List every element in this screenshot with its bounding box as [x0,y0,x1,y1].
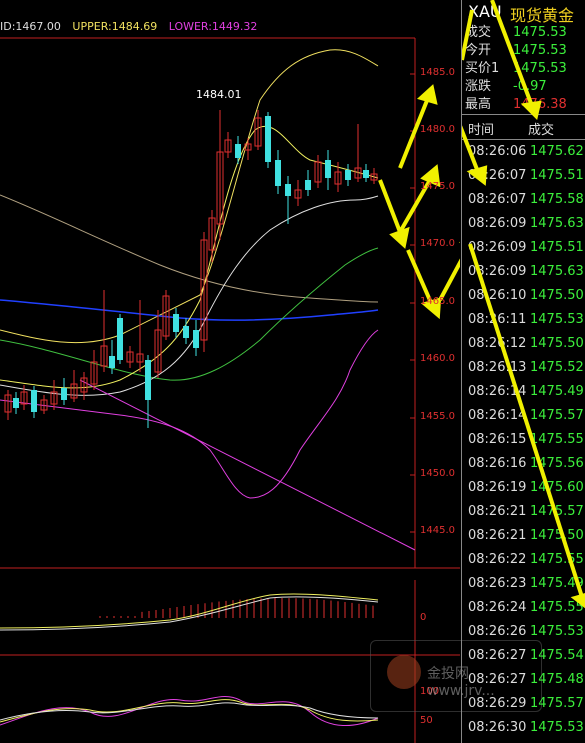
candle-body [145,360,151,400]
candle-body [363,170,369,178]
ma-blue-line [0,299,379,321]
price-axis-label: 1470.0 [420,238,455,249]
candle-body [173,314,179,332]
ma-white-line [0,195,379,396]
high-price-marker: 1484.01 [196,88,242,101]
candle-body [275,160,281,186]
candles-group [4,110,378,428]
macd-signal-line [0,593,379,629]
candle-body [183,326,189,338]
price-axis-label: 1455.0 [420,411,455,422]
candle-body [235,144,241,158]
candle-body [305,180,311,190]
price-chart-svg [0,37,460,743]
macd-axis-label: 0 [420,612,427,623]
ma-green-line [0,247,379,381]
kdj-axis-label: 50 [420,715,433,726]
price-axis-label: 1480.0 [420,124,455,135]
macd-histogram [99,598,374,618]
annotation-arrows [378,84,460,320]
kdj-j-line [0,702,379,721]
candle-body [13,398,19,408]
candle-body [193,330,199,348]
candlestick-chart-area[interactable]: ID:1467.00 UPPER:1484.69 LOWER:1449.32 1… [0,0,542,743]
candle-body [31,390,37,412]
lower-band-line [0,329,379,499]
candle-body [117,318,123,360]
ma-gray-line [0,194,379,303]
price-axis-label: 1475.0 [420,181,455,192]
macd-dif-line [0,596,379,631]
candle-body [265,116,271,162]
price-axis-label: 1465.0 [420,296,455,307]
candle-body [109,356,115,368]
price-axis-label: 1460.0 [420,353,455,364]
price-axis-label: 1450.0 [420,468,455,479]
trend-line [79,379,416,551]
price-axis-label: 1485.0 [420,67,455,78]
panel-annotation-arrows [462,0,585,609]
candle-body [345,170,351,180]
candle-body [61,388,67,400]
candle-body [325,160,331,178]
watermark-logo-icon [387,655,421,689]
candle-body [285,184,291,196]
price-axis-label: 1445.0 [420,525,455,536]
quote-panel: XAU 现货黄金 成交 1475.53 今开 1475.53 买价1 1475.… [461,0,585,743]
